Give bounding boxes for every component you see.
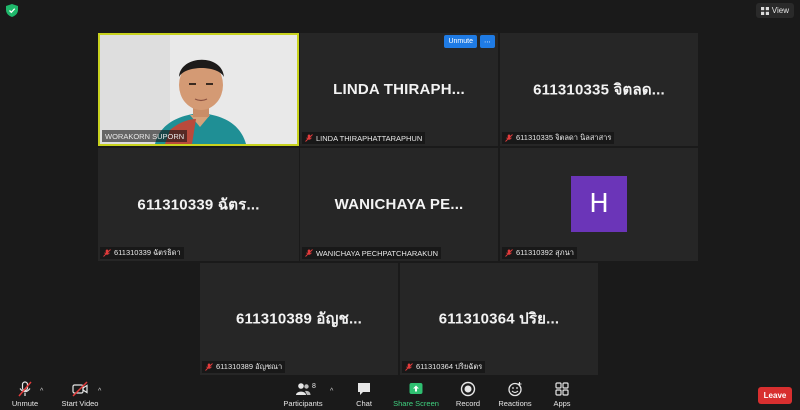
chevron-up-icon[interactable]: ^ (330, 388, 333, 395)
video-frame (100, 35, 297, 144)
apps-icon (555, 382, 569, 396)
participants-label: Participants (283, 399, 323, 408)
view-button[interactable]: View (755, 3, 794, 18)
participant-tile[interactable]: 611310335 จิตลด... 611310335 จิตลดา นิลส… (500, 33, 698, 146)
more-options-button[interactable]: ⋯ (480, 35, 495, 48)
top-bar: View (0, 0, 800, 22)
participant-tile[interactable]: 611310364 ปริย... 611310364 ปริยฉัตร (400, 263, 598, 375)
participant-name-label: 611310389 อัญชณา (202, 361, 286, 373)
participant-tile[interactable]: 611310339 ฉัตร... 611310339 ฉัตรธิดา (98, 148, 299, 261)
muted-mic-icon (103, 249, 111, 257)
participant-tile[interactable]: Unmute ⋯ LINDA THIRAPH... LINDA THIRAPHA… (300, 33, 498, 146)
participant-name-label: 611310392 สุภนา (502, 247, 577, 259)
tile-controls: Unmute ⋯ (444, 35, 495, 48)
video-off-icon (72, 381, 88, 397)
apps-button[interactable]: Apps (534, 381, 590, 408)
participants-count: 8 (312, 383, 316, 390)
participant-tile[interactable]: WANICHAYA PE... WANICHAYA PECHPATCHARAKU… (300, 148, 498, 261)
participant-name-label: LINDA THIRAPHATTARAPHUN (302, 132, 426, 144)
participant-display-name: 611310339 ฉัตร... (137, 196, 260, 214)
participant-display-name: LINDA THIRAPH... (333, 80, 465, 98)
participant-display-name: WANICHAYA PE... (334, 195, 464, 213)
participant-tile[interactable]: 611310389 อัญช... 611310389 อัญชณา (200, 263, 398, 375)
participant-display-name: 611310335 จิตลด... (533, 81, 665, 99)
participant-tile[interactable]: H 611310392 สุภนา (500, 148, 698, 261)
grid-icon (760, 6, 769, 15)
muted-mic-icon (18, 381, 32, 397)
reactions-icon (508, 382, 522, 397)
apps-label: Apps (553, 399, 571, 408)
participant-display-name: 611310364 ปริย... (438, 310, 560, 328)
record-label: Record (455, 399, 481, 408)
view-label: View (771, 6, 789, 15)
participant-name-label: WANICHAYA PECHPATCHARAKUN (302, 247, 442, 259)
start-video-label: Start Video (61, 399, 99, 408)
share-screen-icon (409, 383, 423, 394)
chat-label: Chat (356, 399, 372, 408)
leave-button[interactable]: Leave (758, 387, 792, 404)
meeting-toolbar: Unmute ^ Start Video ^ Participants 8 ^ … (0, 378, 800, 410)
muted-mic-icon (505, 134, 513, 142)
reactions-label: Reactions (498, 399, 532, 408)
participants-icon (296, 383, 311, 395)
chevron-up-icon[interactable]: ^ (40, 388, 43, 395)
muted-mic-icon (405, 363, 413, 371)
participant-name-label: WORAKORN SUPORN (102, 130, 188, 142)
participant-name-label: 611310339 ฉัตรธิดา (100, 247, 184, 259)
participant-tile-video[interactable]: WORAKORN SUPORN (98, 33, 299, 146)
muted-mic-icon (205, 363, 213, 371)
muted-mic-icon (305, 134, 313, 142)
participant-display-name: 611310389 อัญช... (235, 310, 363, 328)
muted-mic-icon (505, 249, 513, 257)
muted-mic-icon (305, 249, 313, 257)
unmute-label: Unmute (11, 399, 39, 408)
participant-name-label: 611310364 ปริยฉัตร (402, 361, 486, 373)
unmute-button[interactable]: Unmute (0, 381, 53, 408)
chevron-up-icon[interactable]: ^ (98, 388, 101, 395)
unmute-participant-button[interactable]: Unmute (444, 35, 477, 48)
chat-button[interactable]: Chat (336, 381, 392, 408)
chat-icon (358, 383, 370, 395)
participant-name-label: 611310335 จิตลดา นิลสาสาร (502, 132, 615, 144)
shield-icon[interactable] (6, 4, 18, 17)
participants-button[interactable]: Participants (275, 381, 331, 408)
avatar: H (571, 176, 627, 232)
participant-video (100, 35, 297, 144)
record-icon (460, 381, 476, 397)
share-screen-label: Share Screen (393, 399, 439, 408)
share-screen-button[interactable]: Share Screen (388, 381, 444, 408)
